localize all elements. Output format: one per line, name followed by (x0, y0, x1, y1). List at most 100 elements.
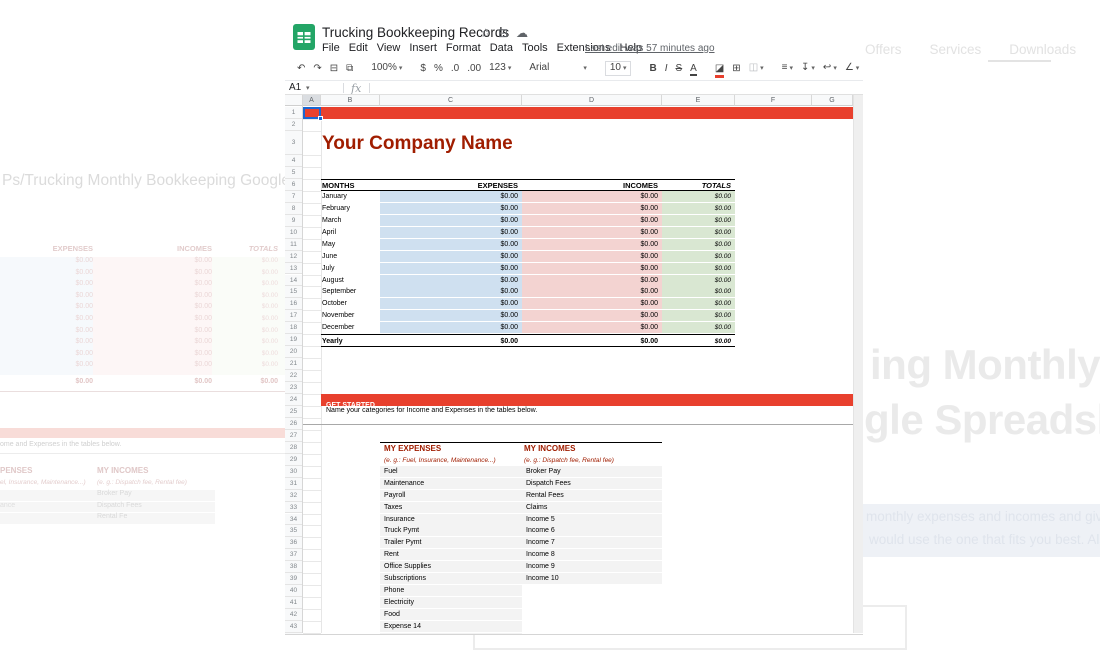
star-icon[interactable]: ☆ (480, 26, 491, 40)
row-header-35[interactable]: 35 (285, 525, 302, 537)
column-header-B[interactable]: B (321, 95, 380, 106)
expense-category-cell[interactable]: Phone (380, 585, 522, 596)
text-wrap-icon[interactable]: ↩▾ (823, 62, 837, 75)
row-header-20[interactable]: 20 (285, 346, 302, 358)
column-header-A[interactable]: A (303, 95, 321, 106)
cloud-status-icon[interactable]: ☁ (516, 26, 528, 40)
row-header-41[interactable]: 41 (285, 597, 302, 609)
expense-category-cell[interactable]: Fuel (380, 466, 522, 477)
month-name-cell[interactable]: June (322, 251, 337, 262)
bold-icon[interactable]: B (649, 63, 656, 75)
expense-category-cell[interactable]: Maintenance (380, 478, 522, 489)
vertical-align-icon[interactable]: ↧▾ (801, 62, 815, 75)
company-name-cell[interactable]: Your Company Name (322, 133, 513, 155)
expense-category-cell[interactable]: Food (380, 609, 522, 620)
income-category-cell[interactable]: Income 7 (522, 537, 662, 548)
text-rotation-icon[interactable]: ∠▾ (845, 62, 859, 75)
row-header-2[interactable]: 2 (285, 119, 302, 131)
income-category-cell[interactable]: Income 5 (522, 514, 662, 525)
formula-input[interactable] (369, 83, 850, 93)
month-name-cell[interactable]: February (322, 203, 350, 214)
row-header-39[interactable]: 39 (285, 573, 302, 585)
row-header-25[interactable]: 25 (285, 406, 302, 418)
month-name-cell[interactable]: January (322, 191, 347, 202)
expense-category-cell[interactable]: Taxes (380, 502, 522, 513)
column-header-D[interactable]: D (522, 95, 662, 106)
income-category-cell[interactable]: Dispatch Fees (522, 478, 662, 489)
expense-category-cell[interactable]: Truck Pymt (380, 525, 522, 536)
expense-category-cell[interactable]: Subscriptions (380, 573, 522, 584)
month-name-cell[interactable]: August (322, 275, 344, 286)
row-header-37[interactable]: 37 (285, 549, 302, 561)
row-header-43[interactable]: 43 (285, 621, 302, 633)
expense-category-cell[interactable]: Payroll (380, 490, 522, 501)
column-header-F[interactable]: F (735, 95, 812, 106)
month-name-cell[interactable]: October (322, 298, 347, 309)
column-header-E[interactable]: E (662, 95, 735, 106)
row-header-33[interactable]: 33 (285, 502, 302, 514)
strikethrough-icon[interactable]: S (676, 63, 683, 75)
percent-format-icon[interactable]: % (434, 63, 443, 75)
more-formats-select[interactable]: 123▾ (489, 62, 511, 75)
menu-view[interactable]: View (377, 42, 401, 55)
row-header-6[interactable]: 6 (285, 179, 302, 191)
decrease-decimals-icon[interactable]: .0 (451, 63, 459, 75)
expense-category-cell[interactable]: Expense 15 (380, 633, 522, 635)
row-header-23[interactable]: 23 (285, 382, 302, 394)
column-header-G[interactable]: G (812, 95, 853, 106)
redo-icon[interactable]: ↷ (313, 63, 321, 75)
menu-edit[interactable]: Edit (349, 42, 368, 55)
font-size-select[interactable]: 10▾ (605, 61, 632, 76)
row-header-34[interactable]: 34 (285, 514, 302, 526)
expense-category-cell[interactable]: Office Supplies (380, 561, 522, 572)
borders-icon[interactable]: ⊞ (732, 63, 740, 75)
fill-color-icon[interactable]: ◪ (715, 63, 724, 75)
row-header-5[interactable]: 5 (285, 167, 302, 179)
month-name-cell[interactable]: March (322, 215, 341, 226)
fill-handle[interactable] (318, 116, 323, 121)
month-name-cell[interactable]: December (322, 322, 354, 333)
income-category-cell[interactable]: Income 10 (522, 573, 662, 584)
expense-category-cell[interactable]: Rent (380, 549, 522, 560)
row-header-44[interactable]: 44 (285, 633, 302, 635)
income-category-cell[interactable]: Income 6 (522, 525, 662, 536)
expense-category-cell[interactable]: Insurance (380, 514, 522, 525)
row-header-30[interactable]: 30 (285, 466, 302, 478)
row-header-28[interactable]: 28 (285, 442, 302, 454)
menu-format[interactable]: Format (446, 42, 481, 55)
row-header-38[interactable]: 38 (285, 561, 302, 573)
row-header-26[interactable]: 26 (285, 418, 302, 430)
menu-file[interactable]: File (322, 42, 340, 55)
menu-data[interactable]: Data (490, 42, 513, 55)
increase-decimals-icon[interactable]: .00 (467, 63, 481, 75)
vertical-scrollbar[interactable] (853, 95, 863, 633)
undo-icon[interactable]: ↶ (297, 63, 305, 75)
income-category-cell[interactable]: Income 9 (522, 561, 662, 572)
zoom-select[interactable]: 100%▾ (371, 62, 402, 75)
income-category-cell[interactable]: Income 8 (522, 549, 662, 560)
income-category-cell[interactable]: Broker Pay (522, 466, 662, 477)
grid-corner[interactable] (285, 95, 303, 106)
column-header-C[interactable]: C (380, 95, 522, 106)
month-name-cell[interactable]: November (322, 310, 354, 321)
row1-red-fill[interactable] (303, 107, 853, 119)
text-color-icon[interactable]: A (690, 63, 697, 75)
paint-format-icon[interactable]: ⧉ (346, 63, 353, 75)
merge-cells-icon[interactable]: ◫▾ (749, 62, 764, 75)
row-header-32[interactable]: 32 (285, 490, 302, 502)
income-category-cell[interactable]: Rental Fees (522, 490, 662, 501)
get-started-instruction[interactable]: Name your categories for Income and Expe… (326, 407, 537, 414)
sheets-logo-icon[interactable] (292, 24, 316, 50)
row-header-22[interactable]: 22 (285, 370, 302, 382)
month-name-cell[interactable]: May (322, 239, 335, 250)
last-edit-link[interactable]: Last edit was 57 minutes ago (585, 43, 715, 54)
italic-icon[interactable]: I (665, 63, 668, 75)
row-header-27[interactable]: 27 (285, 430, 302, 442)
row-header-21[interactable]: 21 (285, 358, 302, 370)
menu-insert[interactable]: Insert (409, 42, 437, 55)
month-name-cell[interactable]: April (322, 227, 336, 238)
expense-category-cell[interactable]: Expense 14 (380, 621, 522, 632)
row-header-1[interactable]: 1 (285, 107, 302, 119)
name-box[interactable]: A1 ▾ (289, 82, 335, 93)
horizontal-align-icon[interactable]: ≡▾ (782, 62, 793, 75)
